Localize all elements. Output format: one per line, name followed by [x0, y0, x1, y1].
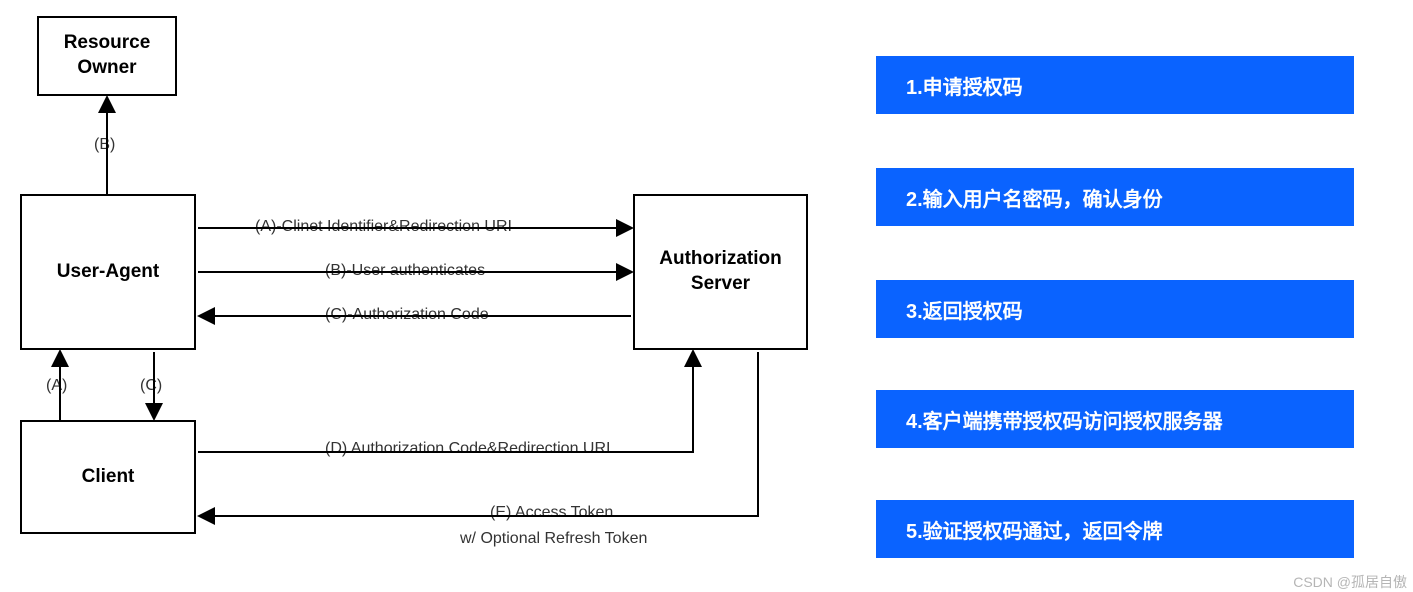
step-3: 3.返回授权码: [876, 280, 1354, 338]
label-c: (C)-Authorization Code: [325, 306, 489, 324]
node-resource-owner: Resource Owner: [37, 16, 177, 96]
step-2-text: 2.输入用户名密码，确认身份: [906, 183, 1163, 212]
label-d: (D) Authorization Code&Redirection URI: [325, 440, 610, 458]
diagram-canvas: Resource Owner User-Agent Client Authori…: [0, 0, 1413, 592]
label-b: (B)-User authenticates: [325, 262, 485, 280]
label-e-sub: w/ Optional Refresh Token: [460, 530, 647, 548]
label-b-small: (B): [94, 136, 115, 154]
step-4: 4.客户端携带授权码访问授权服务器: [876, 390, 1354, 448]
node-resource-owner-label: Resource Owner: [64, 31, 151, 80]
step-1-text: 1.申请授权码: [906, 71, 1023, 100]
node-auth-server: Authorization Server: [633, 194, 808, 350]
node-auth-server-label: Authorization Server: [659, 247, 781, 296]
node-client: Client: [20, 420, 196, 534]
label-a-small: (A): [46, 377, 67, 395]
watermark: CSDN @孤居自傲: [1293, 572, 1407, 592]
step-5: 5.验证授权码通过，返回令牌: [876, 500, 1354, 558]
step-1: 1.申请授权码: [876, 56, 1354, 114]
label-e: (E) Access Token: [490, 504, 613, 522]
node-user-agent-label: User-Agent: [57, 260, 159, 285]
step-4-text: 4.客户端携带授权码访问授权服务器: [906, 405, 1223, 434]
node-client-label: Client: [82, 465, 135, 490]
step-2: 2.输入用户名密码，确认身份: [876, 168, 1354, 226]
node-user-agent: User-Agent: [20, 194, 196, 350]
step-5-text: 5.验证授权码通过，返回令牌: [906, 515, 1163, 544]
label-a: (A)-Clinet Identifier&Redirection URI: [255, 218, 512, 236]
step-3-text: 3.返回授权码: [906, 295, 1023, 324]
label-c-small: (C): [140, 377, 162, 395]
